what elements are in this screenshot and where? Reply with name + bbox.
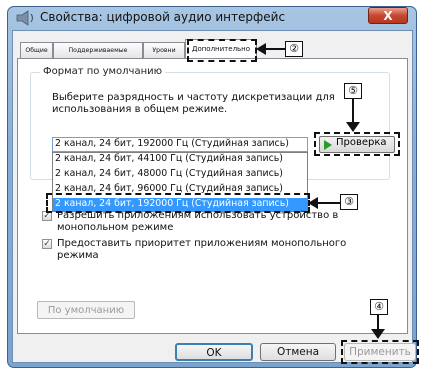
- list-item[interactable]: 2 канал, 24 бит, 44100 Гц (Студийная зап…: [55, 153, 283, 164]
- callout-number-4: ④: [370, 299, 388, 315]
- cancel-button[interactable]: Отмена: [260, 343, 336, 361]
- format-description: Выберите разрядность и частоту дискретиз…: [52, 92, 335, 103]
- close-button[interactable]: X: [368, 7, 408, 24]
- format-dropdown-value: 2 канал, 24 бит, 192000 Гц (Студийная за…: [55, 138, 289, 149]
- callout-number-5: ⑤: [344, 83, 362, 99]
- callout-arrow-down-icon: [346, 99, 360, 132]
- priority-exclusive-label-cont: режима: [57, 250, 99, 261]
- group-title: Формат по умолчанию: [40, 66, 166, 77]
- ok-button[interactable]: OK: [175, 343, 253, 361]
- callout-arrow-left-icon: [308, 197, 340, 209]
- callout-frame-test-button: [314, 132, 400, 156]
- callout-arrow-left-icon: [256, 43, 286, 55]
- callout-frame-selected-format: [46, 193, 310, 213]
- tab-levels[interactable]: Уровни: [143, 42, 185, 58]
- callout-arrow-down-icon: [371, 315, 385, 339]
- tab-supported-formats[interactable]: Поддерживаемые форматы: [53, 42, 143, 69]
- callout-number-2: ②: [285, 41, 303, 57]
- priority-exclusive-label: Предоставить приоритет приложениям моноп…: [57, 238, 347, 249]
- tab-general[interactable]: Общие: [20, 42, 53, 58]
- speaker-icon: [16, 10, 34, 26]
- allow-exclusive-label-cont: монопольном режиме: [57, 222, 174, 233]
- list-item[interactable]: 2 канал, 24 бит, 48000 Гц (Студийная зап…: [55, 168, 283, 179]
- priority-exclusive-checkbox[interactable]: ✓: [42, 239, 52, 249]
- callout-number-3: ③: [340, 194, 358, 210]
- callout-frame-advanced-tab: [187, 39, 257, 62]
- window-title: Свойства: цифровой аудио интерфейс: [40, 10, 286, 24]
- restore-defaults-button[interactable]: По умолчанию: [37, 301, 135, 319]
- format-description-cont: использования в общем режиме.: [52, 104, 228, 115]
- callout-frame-apply-button: [341, 340, 419, 364]
